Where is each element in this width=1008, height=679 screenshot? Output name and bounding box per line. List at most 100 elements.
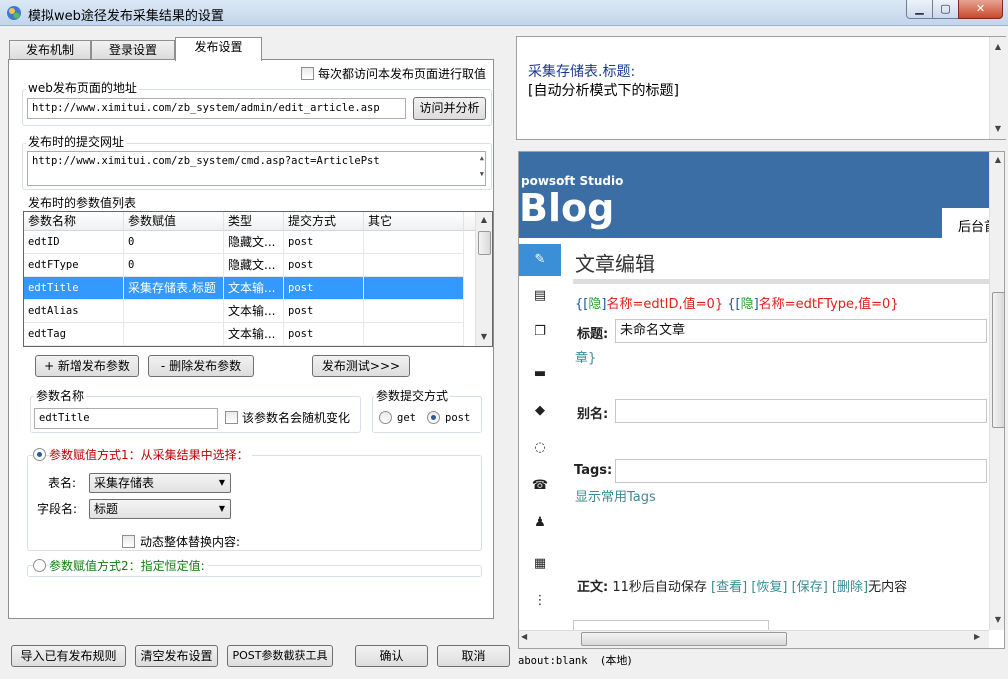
scroll-up-icon[interactable]: ▲ <box>990 152 1004 168</box>
column-header-other[interactable]: 其它 <box>364 212 464 231</box>
cell-name: edtAlias <box>24 300 124 323</box>
cell-name: edtTitle <box>24 277 124 300</box>
tab-publish-settings[interactable]: 发布设置 <box>175 37 262 61</box>
column-header-type[interactable]: 类型 <box>224 212 284 231</box>
mode1-radio[interactable] <box>33 448 46 461</box>
view-link[interactable]: [查看] <box>711 580 747 595</box>
cell-name: edtFType <box>24 254 124 277</box>
mode2-label: 参数赋值方式2：指定恒定值: <box>49 559 208 573</box>
revisit-checkbox[interactable] <box>301 67 314 80</box>
publish-test-button[interactable]: 发布测试>>> <box>312 355 410 377</box>
cancel-button[interactable]: 取消 <box>437 645 510 667</box>
app-icon <box>7 6 21 20</box>
dynamic-replace-checkbox[interactable] <box>122 535 135 548</box>
column-header-method[interactable]: 提交方式 <box>284 212 364 231</box>
document-icon[interactable]: ▤ <box>519 280 561 312</box>
tab-login-settings[interactable]: 登录设置 <box>91 40 175 59</box>
chevron-down-icon: ▼ <box>218 478 225 487</box>
browser-scrollbar[interactable]: ▲ ▼ <box>989 152 1004 630</box>
random-change-checkbox[interactable] <box>225 411 238 424</box>
page-heading: 文章编辑 <box>575 252 655 276</box>
cell-method: post <box>284 231 364 254</box>
table-row[interactable]: edtFType 0 隐藏文... post <box>24 254 464 277</box>
edit-icon[interactable]: ✎ <box>519 244 561 276</box>
table-name-select[interactable]: 采集存储表 ▼ <box>89 473 231 493</box>
folder-icon[interactable]: ▬ <box>519 358 561 390</box>
hidden-tag: 隐 <box>740 297 754 312</box>
phone-icon[interactable]: ☎ <box>519 470 561 502</box>
page-url-input[interactable]: http://www.ximitui.com/zb_system/admin/e… <box>27 98 406 119</box>
admin-home-tab[interactable]: 后台首 <box>942 208 997 238</box>
user-icon[interactable]: ♟ <box>519 507 561 539</box>
scroll-up-icon[interactable]: ▲ <box>990 39 1006 55</box>
post-tool-button[interactable]: POST参数截获工具 <box>227 645 333 667</box>
param-name-input[interactable]: edtTitle <box>34 408 218 429</box>
cell-type: 隐藏文... <box>224 231 284 254</box>
field-name-select[interactable]: 标题 ▼ <box>89 499 231 519</box>
field-name-label: 字段名: <box>37 502 78 516</box>
table-scrollbar[interactable]: ▲ ▼ <box>475 212 492 346</box>
browser-pane: powsoft Studio Blog 后台首 ✎ ▤ ❐ ▬ ◆ ◌ ☎ ♟ … <box>518 151 1005 649</box>
hscroll-thumb[interactable] <box>581 632 787 646</box>
method-post-radio[interactable] <box>427 411 440 424</box>
scroll-up-icon[interactable]: ▲ <box>476 212 492 228</box>
scroll-right-icon[interactable]: ▶ <box>974 632 980 641</box>
column-header-value[interactable]: 参数赋值 <box>124 212 224 231</box>
scroll-thumb[interactable] <box>478 231 491 255</box>
title-bar: 模拟web途径发布采集结果的设置 <box>0 0 1008 26</box>
tree-icon[interactable]: ⋮ <box>519 585 561 617</box>
cell-other <box>364 254 464 277</box>
cell-value: 0 <box>124 231 224 254</box>
alias-label: 别名: <box>577 407 609 422</box>
title-input[interactable]: 未命名文章 <box>615 319 987 343</box>
submit-url-group-label: 发布时的提交网址 <box>26 135 127 149</box>
tab-publish-mechanism[interactable]: 发布机制 <box>9 40 91 59</box>
method-get-radio[interactable] <box>379 411 392 424</box>
restore-link[interactable]: [恢复] <box>751 580 787 595</box>
scroll-left-icon[interactable]: ◀ <box>521 632 527 641</box>
preview-scrollbar[interactable]: ▲ ▼ <box>989 37 1006 139</box>
title-label: 标题: <box>577 327 609 342</box>
documents-icon[interactable]: ❐ <box>519 316 561 348</box>
table-row[interactable]: edtID 0 隐藏文... post <box>24 231 464 254</box>
layout-icon[interactable]: ▦ <box>519 548 561 580</box>
import-rules-button[interactable]: 导入已有发布规则 <box>11 645 126 667</box>
clear-settings-button[interactable]: 清空发布设置 <box>135 645 218 667</box>
submit-url-value: http://www.ximitui.com/zb_system/cmd.asp… <box>32 155 380 167</box>
submit-url-input[interactable]: http://www.ximitui.com/zb_system/cmd.asp… <box>27 151 486 186</box>
tags-label: Tags: <box>574 463 613 478</box>
textarea-scroll-icon[interactable]: ▲ ▼ <box>480 154 484 178</box>
table-row[interactable]: edtAlias 文本输... post <box>24 300 464 323</box>
ok-button[interactable]: 确认 <box>355 645 428 667</box>
cell-other <box>364 277 464 300</box>
table-row[interactable]: edtTag 文本输... post <box>24 323 464 346</box>
cell-type: 文本输... <box>224 300 284 323</box>
cell-value: 0 <box>124 254 224 277</box>
tags-input[interactable] <box>615 459 987 483</box>
minimize-button[interactable]: ▁ <box>906 0 933 19</box>
delete-param-button[interactable]: - 删除发布参数 <box>148 355 254 377</box>
scroll-down-icon[interactable]: ▼ <box>990 612 1004 628</box>
heading-divider <box>573 279 989 284</box>
mode2-radio[interactable] <box>33 559 46 572</box>
table-row-selected[interactable]: edtTitle 采集存储表.标题 文本输... post <box>24 277 464 300</box>
hidden-name-2: 名称=edtFType, <box>758 297 859 312</box>
column-header-name[interactable]: 参数名称 <box>24 212 124 231</box>
visit-analyze-button[interactable]: 访问并分析 <box>413 97 486 120</box>
page-url-group-label: web发布页面的地址 <box>26 81 139 95</box>
scroll-down-icon[interactable]: ▼ <box>476 329 492 345</box>
maximize-button[interactable]: ▢ <box>932 0 959 19</box>
scroll-down-icon[interactable]: ▼ <box>990 121 1006 137</box>
save-link[interactable]: [保存] <box>792 580 828 595</box>
browser-hscrollbar[interactable]: ◀ ▶ <box>519 630 989 648</box>
blog-header: powsoft Studio Blog 后台首 <box>519 152 997 238</box>
title-suffix: 章} <box>575 351 597 366</box>
alias-input[interactable] <box>615 399 987 423</box>
scroll-thumb[interactable] <box>992 292 1004 428</box>
comment-icon[interactable]: ◌ <box>519 432 561 464</box>
common-tags-link[interactable]: 显示常用Tags <box>575 486 656 505</box>
delete-link[interactable]: [删除] <box>832 580 868 595</box>
add-param-button[interactable]: + 新增发布参数 <box>35 355 139 377</box>
close-button[interactable]: ✕ <box>958 0 1003 19</box>
tag-icon[interactable]: ◆ <box>519 395 561 427</box>
